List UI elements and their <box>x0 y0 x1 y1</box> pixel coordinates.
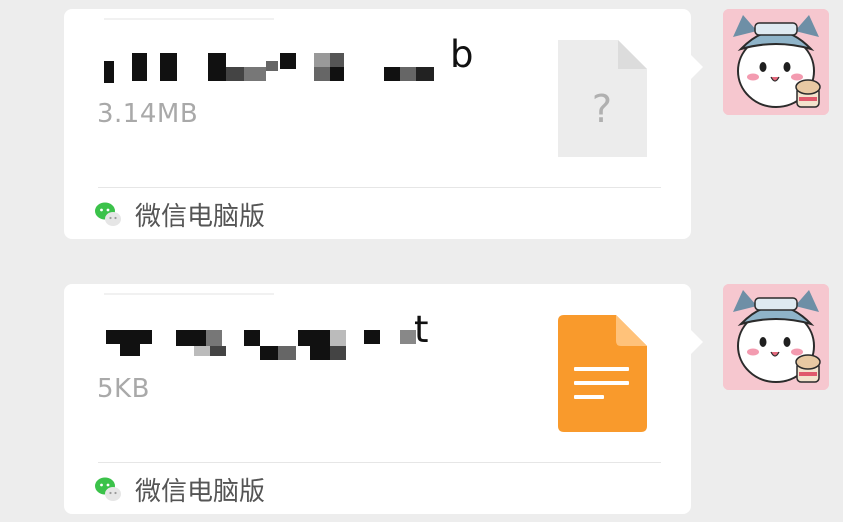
faint-divider <box>104 18 274 20</box>
file-message-bubble[interactable]: b 3.14MB ? 微信电脑版 <box>64 9 703 239</box>
wechat-icon <box>94 200 122 228</box>
svg-text:?: ? <box>592 87 612 131</box>
bubble-tail <box>691 55 703 79</box>
file-name-redacted: t <box>98 308 518 362</box>
file-name-visible-suffix: b <box>450 33 474 76</box>
source-app: 微信电脑版 <box>94 471 265 507</box>
bubble-tail <box>691 330 703 354</box>
file-message-bubble[interactable]: t 5KB 微信电脑版 <box>64 284 703 514</box>
file-name-redacted: b <box>98 33 518 87</box>
source-label: 微信电脑版 <box>135 201 266 232</box>
unknown-file-icon: ? <box>558 40 647 157</box>
source-label: 微信电脑版 <box>135 476 266 507</box>
divider <box>98 462 661 463</box>
document-file-icon <box>558 315 647 432</box>
file-size: 5KB <box>97 374 150 404</box>
file-name-visible-suffix: t <box>414 308 429 351</box>
cartoon-cat-avatar-icon[interactable] <box>723 9 829 115</box>
file-size: 3.14MB <box>97 99 199 129</box>
faint-divider <box>104 293 274 295</box>
source-app: 微信电脑版 <box>94 196 265 232</box>
wechat-icon <box>94 475 122 503</box>
cartoon-cat-avatar-icon[interactable] <box>723 284 829 390</box>
divider <box>98 187 661 188</box>
